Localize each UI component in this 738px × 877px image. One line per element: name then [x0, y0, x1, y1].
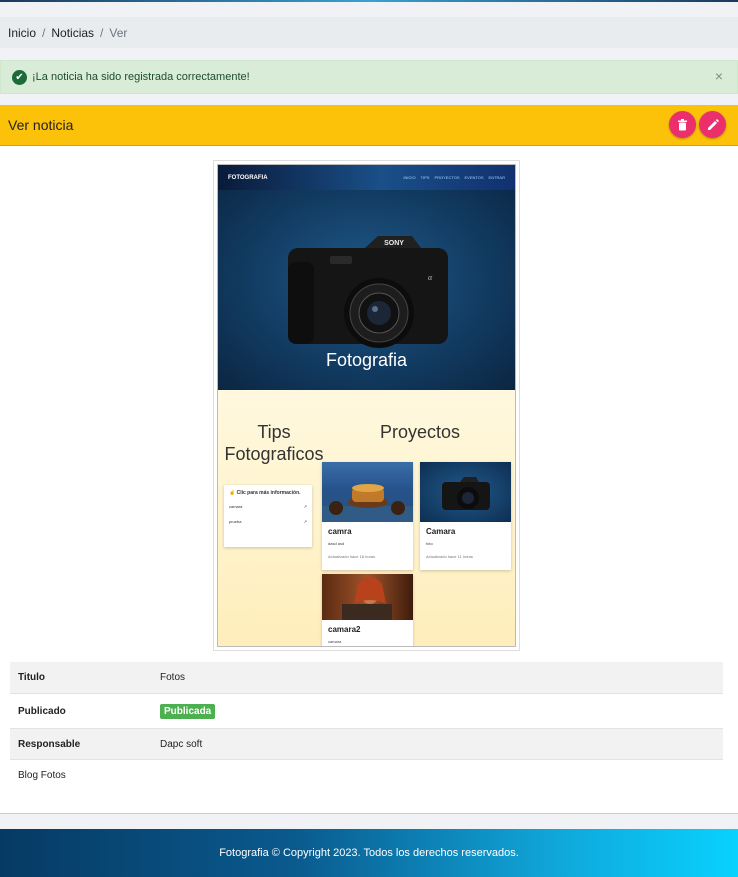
preview-tips-head-text: Clic para más información.: [236, 490, 301, 496]
preview-tips-item-label: camara: [229, 504, 243, 509]
preview-nav-item: TIPS: [420, 175, 430, 180]
footer-copyright: Fotografia © Copyright 2023. Todos los d…: [219, 847, 519, 859]
preview-project-card: camra dasd asd Actualizado hace 18 horas: [322, 462, 413, 570]
external-link-icon: ↗: [303, 519, 307, 524]
detail-row-publicado: Publicado Publicada: [10, 694, 723, 729]
preview-project-desc: camara: [328, 639, 342, 644]
preview-project-image: [322, 574, 413, 620]
delete-button[interactable]: [669, 111, 696, 138]
preview-brand: FOTOGRAFIA: [228, 174, 268, 181]
news-card: Ver noticia FOTOGRAFIA INICIO TIPS PROYE…: [0, 105, 738, 814]
preview-nav-item: INICIO: [403, 175, 416, 180]
preview-project-meta: Actualizado hace 18 horas: [328, 554, 376, 559]
preview-nav-item: ENTRAR: [488, 175, 505, 180]
svg-text:SONY: SONY: [384, 240, 404, 247]
preview-nav-item: EVENTOS: [464, 175, 484, 180]
preview-hero-title: Fotografia: [325, 350, 408, 370]
card-title: Ver noticia: [8, 117, 74, 133]
card-header: Ver noticia: [0, 105, 738, 146]
preview-project-image: [420, 462, 511, 522]
preview-tips-item-label: prueba: [229, 519, 242, 524]
status-badge: Publicada: [160, 703, 216, 719]
preview-tips-list: ☝ Clic para más información. camara ↗ pru…: [224, 485, 312, 547]
success-alert: ✔ ¡La noticia ha sido registrada correct…: [0, 60, 738, 94]
footer: Fotografia © Copyright 2023. Todos los d…: [0, 829, 738, 877]
preview-tips-head: ☝ Clic para más información.: [229, 490, 301, 496]
detail-label: Titulo: [18, 672, 46, 683]
preview-project-title: camara2: [328, 625, 361, 634]
close-icon[interactable]: ×: [715, 68, 723, 84]
alert-message: ¡La noticia ha sido registrada correctam…: [32, 71, 250, 83]
preview-project-meta: Actualizado hace 11 horas: [426, 554, 473, 559]
preview-nav-links: INICIO TIPS PROYECTOS EVENTOS ENTRAR: [403, 175, 505, 180]
pencil-icon: [707, 118, 719, 130]
website-preview: FOTOGRAFIA INICIO TIPS PROYECTOS EVENTOS…: [217, 164, 516, 647]
news-description: Blog Fotos: [18, 770, 66, 781]
top-accent-line: [0, 0, 738, 2]
detail-value: Fotos: [160, 672, 186, 683]
preview-tips-item: prueba ↗: [229, 519, 307, 524]
detail-label: Publicado: [18, 705, 66, 717]
breadcrumb-noticias-link[interactable]: Noticias: [51, 26, 94, 40]
detail-label: Responsable: [18, 738, 81, 750]
trash-icon: [678, 118, 687, 130]
detail-row-responsable: Responsable Dapc soft: [10, 729, 723, 760]
breadcrumb-separator: /: [100, 25, 104, 40]
detail-row-titulo: Titulo Fotos: [10, 662, 723, 694]
preview-tips-title: Tips Fotograficos: [224, 422, 324, 464]
preview-project-desc: dasd asd: [328, 541, 345, 546]
preview-projects-title: Proyectos: [379, 422, 461, 442]
breadcrumb-separator: /: [42, 25, 46, 40]
preview-hero: SONY α Fotografia: [218, 190, 515, 390]
preview-navbar: FOTOGRAFIA INICIO TIPS PROYECTOS EVENTOS…: [218, 165, 515, 190]
preview-project-card: camara2 camara: [322, 574, 413, 646]
preview-nav-item: PROYECTOS: [434, 175, 460, 180]
check-circle-icon: ✔: [12, 69, 27, 85]
edit-button[interactable]: [699, 111, 726, 138]
external-link-icon: ↗: [303, 504, 307, 509]
preview-project-title: Camara: [426, 527, 456, 536]
breadcrumb-home-link[interactable]: Inicio: [8, 26, 36, 40]
breadcrumb-current: Ver: [109, 25, 128, 40]
preview-tips-item: camara ↗: [229, 504, 307, 509]
detail-value: Dapc soft: [160, 738, 203, 750]
breadcrumb: Inicio / Noticias / Ver: [0, 17, 738, 48]
preview-project-desc: foto: [426, 541, 433, 546]
preview-project-title: camra: [328, 527, 352, 536]
news-image: FOTOGRAFIA INICIO TIPS PROYECTOS EVENTOS…: [213, 160, 520, 651]
details-table: Titulo Fotos Publicado Publicada Respons…: [10, 662, 723, 781]
preview-project-card: Camara foto Actualizado hace 11 horas: [420, 462, 511, 570]
preview-project-image: [322, 462, 413, 522]
